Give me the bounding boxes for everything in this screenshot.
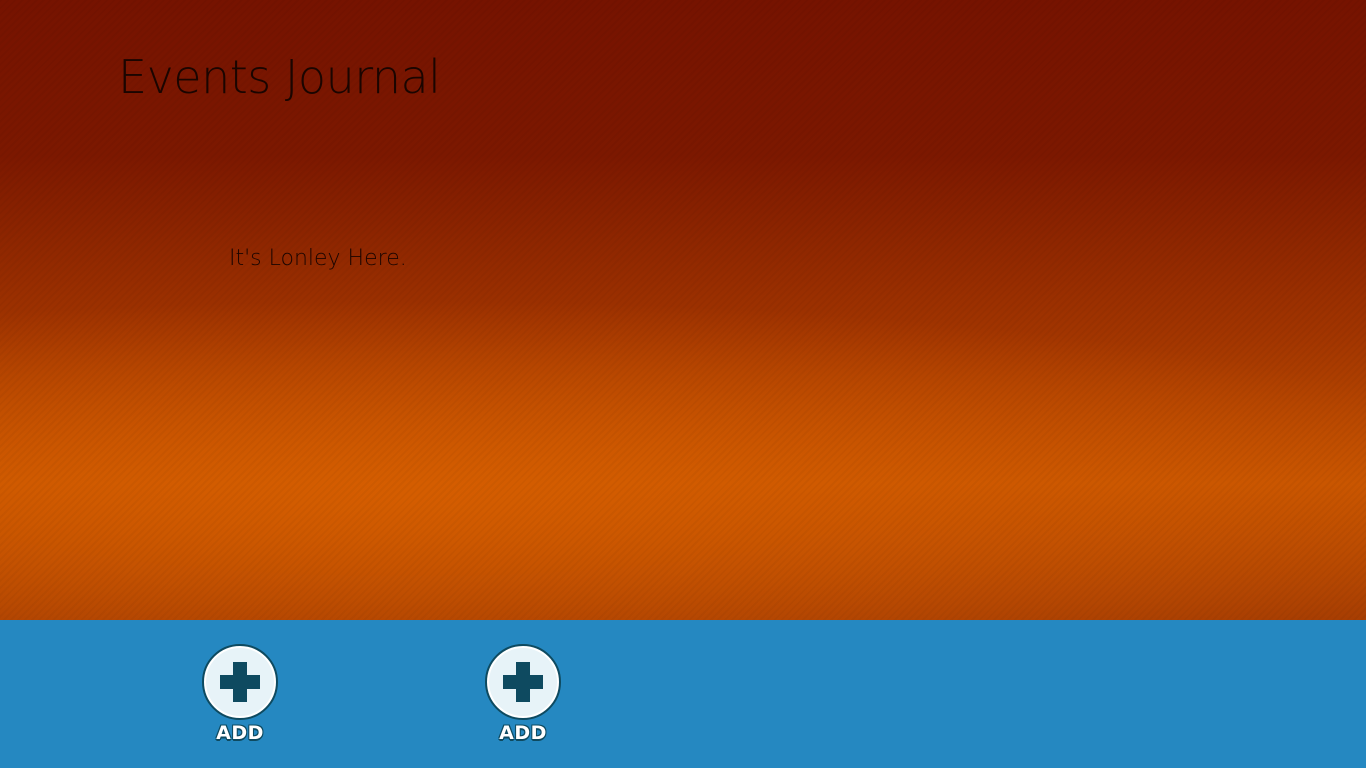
add-circle[interactable] (202, 644, 278, 720)
bottom-app-bar: ADD ADD (0, 620, 1366, 768)
plus-icon (220, 662, 260, 702)
add-button[interactable]: ADD (190, 644, 290, 754)
page-background: Events Journal It's Lonley Here. (0, 0, 1366, 620)
add-button-label: ADD (499, 722, 547, 744)
page-title: Events Journal (118, 50, 441, 104)
add-button-label: ADD (216, 722, 264, 744)
add-circle[interactable] (485, 644, 561, 720)
plus-icon (503, 662, 543, 702)
empty-state-message: It's Lonley Here. (229, 246, 407, 271)
add-button-2[interactable]: ADD (473, 644, 573, 754)
